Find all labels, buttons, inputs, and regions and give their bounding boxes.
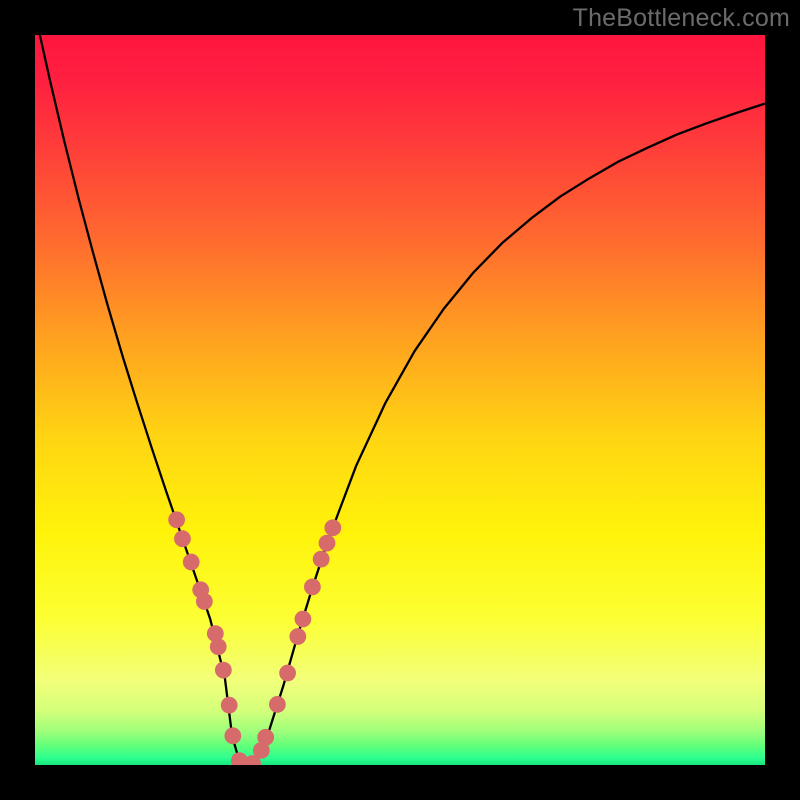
outer-frame: TheBottleneck.com	[0, 0, 800, 800]
highlight-dot	[257, 729, 274, 746]
highlight-dot	[269, 696, 286, 713]
highlight-dot	[168, 511, 185, 528]
highlight-dot	[224, 727, 241, 744]
highlight-dot	[221, 697, 238, 714]
highlight-dot	[279, 665, 296, 682]
watermark-text: TheBottleneck.com	[573, 4, 790, 33]
highlight-dot	[215, 662, 232, 679]
highlight-dot	[289, 628, 306, 645]
highlight-dot	[210, 638, 227, 655]
plot-area	[35, 35, 765, 765]
highlight-dot	[324, 519, 341, 536]
highlight-dot	[174, 530, 191, 547]
chart-svg	[35, 35, 765, 765]
highlight-dot	[319, 535, 336, 552]
highlight-dot	[196, 593, 213, 610]
highlight-dot	[183, 554, 200, 571]
highlight-dot	[313, 551, 330, 568]
highlight-dot	[295, 611, 312, 628]
highlight-dot	[304, 578, 321, 595]
